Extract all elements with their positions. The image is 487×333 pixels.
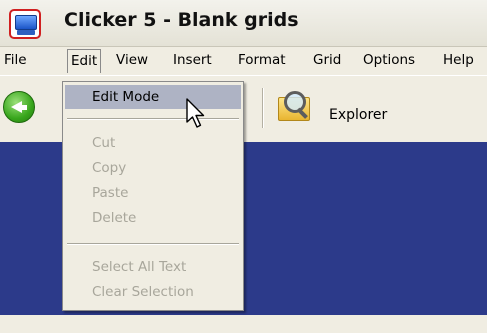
menu-separator [67, 118, 239, 120]
menu-insert[interactable]: Insert [171, 50, 214, 71]
window-title: Clicker 5 - Blank grids [64, 9, 299, 31]
menu-item-cut[interactable]: Cut [65, 131, 241, 155]
app-icon[interactable] [9, 9, 41, 39]
menu-format[interactable]: Format [236, 50, 288, 71]
menu-edit[interactable]: Edit [67, 49, 102, 73]
menu-item-copy[interactable]: Copy [65, 156, 241, 180]
menu-bar: File Edit View Insert Format Grid Option… [0, 47, 487, 74]
explorer-button-label[interactable]: Explorer [329, 107, 387, 123]
toolbar-separator [262, 88, 264, 128]
app-window: Clicker 5 - Blank grids File Edit View I… [0, 0, 487, 333]
menu-separator [67, 243, 239, 245]
mouse-pointer-icon [186, 98, 205, 128]
status-strip [0, 315, 487, 333]
menu-item-paste[interactable]: Paste [65, 181, 241, 205]
menu-options[interactable]: Options [361, 50, 417, 71]
menu-item-edit-mode[interactable]: Edit Mode [65, 85, 241, 109]
menu-item-select-all-text[interactable]: Select All Text [65, 255, 241, 279]
menu-item-delete[interactable]: Delete [65, 206, 241, 230]
menu-view[interactable]: View [114, 50, 150, 71]
menu-grid[interactable]: Grid [311, 50, 343, 71]
menu-item-clear-selection[interactable]: Clear Selection [65, 280, 241, 304]
back-arrow-icon[interactable] [3, 91, 35, 123]
title-bar: Clicker 5 - Blank grids [0, 0, 487, 47]
explorer-icon[interactable] [276, 89, 314, 125]
menu-file[interactable]: File [2, 50, 29, 71]
menu-help[interactable]: Help [441, 50, 476, 71]
edit-menu-dropdown: Edit Mode Cut Copy Paste Delete Select A… [62, 81, 244, 311]
